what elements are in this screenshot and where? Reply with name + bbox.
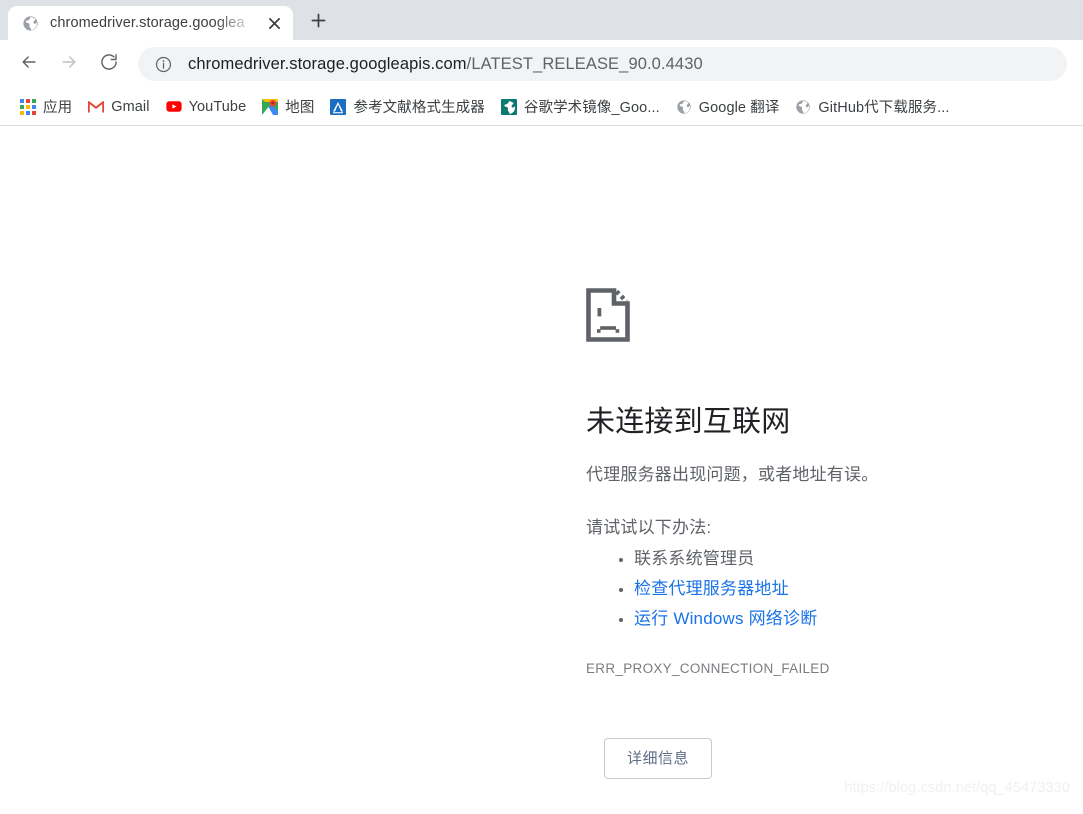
blue-triangle-icon xyxy=(330,99,346,115)
youtube-icon xyxy=(166,99,182,115)
teal-globe-icon xyxy=(501,99,517,115)
gmail-icon xyxy=(88,99,104,115)
list-item: 运行 Windows 网络诊断 xyxy=(634,604,1006,634)
bookmark-scholar-mirror[interactable]: 谷歌学术镜像_Goo... xyxy=(493,93,668,121)
address-bar[interactable]: chromedriver.storage.googleapis.com/LATE… xyxy=(138,47,1067,81)
watermark: https://blog.csdn.net/qq_45473330 xyxy=(844,780,1070,796)
tab-strip: chromedriver.storage.googlea xyxy=(0,0,1083,40)
bookmark-apps[interactable]: 应用 xyxy=(12,93,80,121)
suggestion-text: 联系系统管理员 xyxy=(634,549,754,568)
arrow-left-icon xyxy=(19,52,39,77)
bookmark-reference-generator[interactable]: 参考文献格式生成器 xyxy=(322,93,492,121)
apps-grid-icon xyxy=(20,99,36,115)
close-icon[interactable] xyxy=(263,12,285,34)
bookmark-maps[interactable]: 地图 xyxy=(254,93,322,121)
details-button[interactable]: 详细信息 xyxy=(604,738,712,780)
bookmark-label: 应用 xyxy=(43,96,72,117)
sad-page-icon xyxy=(586,288,630,342)
back-button[interactable] xyxy=(12,47,46,81)
globe-icon xyxy=(795,99,811,115)
new-tab-button[interactable] xyxy=(303,8,333,38)
error-code: ERR_PROXY_CONNECTION_FAILED xyxy=(586,661,1006,676)
bookmark-gmail[interactable]: Gmail xyxy=(80,93,157,121)
error-container: 未连接到互联网 代理服务器出现问题，或者地址有误。 请试试以下办法: 联系系统管… xyxy=(586,288,1006,779)
browser-toolbar: chromedriver.storage.googleapis.com/LATE… xyxy=(0,40,1083,88)
browser-tab[interactable]: chromedriver.storage.googlea xyxy=(8,6,293,40)
reload-button[interactable] xyxy=(92,47,126,81)
bookmark-label: GitHub代下载服务... xyxy=(818,96,949,117)
bookmark-google-translate[interactable]: Google 翻译 xyxy=(668,93,788,121)
globe-icon xyxy=(676,99,692,115)
list-item: 联系系统管理员 xyxy=(634,544,1006,574)
maps-icon xyxy=(262,99,278,115)
bookmark-github-download-service[interactable]: GitHub代下载服务... xyxy=(787,93,957,121)
error-subtitle: 代理服务器出现问题，或者地址有误。 xyxy=(586,462,1006,488)
info-circle-icon[interactable] xyxy=(154,55,172,73)
bookmarks-bar: 应用 Gmail YouTube xyxy=(0,88,1083,126)
browser-window: chromedriver.storage.googlea xyxy=(0,0,1083,814)
bookmark-label: YouTube xyxy=(189,99,247,115)
bookmark-label: Google 翻译 xyxy=(699,96,780,117)
bookmark-label: Gmail xyxy=(111,99,149,115)
suggestions-list: 联系系统管理员 检查代理服务器地址 运行 Windows 网络诊断 xyxy=(634,544,1006,634)
bookmark-label: 谷歌学术镜像_Goo... xyxy=(524,96,660,117)
list-item: 检查代理服务器地址 xyxy=(634,574,1006,604)
arrow-right-icon xyxy=(59,52,79,77)
bookmark-label: 参考文献格式生成器 xyxy=(353,96,484,117)
plus-icon xyxy=(311,13,326,33)
forward-button[interactable] xyxy=(52,47,86,81)
suggestions-heading: 请试试以下办法: xyxy=(586,513,1006,538)
run-network-diagnostics-link[interactable]: 运行 Windows 网络诊断 xyxy=(634,609,817,628)
page-content: 未连接到互联网 代理服务器出现问题，或者地址有误。 请试试以下办法: 联系系统管… xyxy=(0,130,1083,814)
address-bar-url: chromedriver.storage.googleapis.com/LATE… xyxy=(188,55,703,74)
bookmark-youtube[interactable]: YouTube xyxy=(158,93,255,121)
address-bar-host: chromedriver.storage.googleapis.com xyxy=(188,55,467,73)
tab-title: chromedriver.storage.googlea xyxy=(50,15,261,31)
check-proxy-link[interactable]: 检查代理服务器地址 xyxy=(634,579,789,598)
bookmark-label: 地图 xyxy=(285,96,314,117)
globe-icon xyxy=(22,15,39,32)
reload-icon xyxy=(99,52,119,77)
page-title: 未连接到互联网 xyxy=(586,405,1006,440)
address-bar-path: /LATEST_RELEASE_90.0.4430 xyxy=(467,55,703,73)
